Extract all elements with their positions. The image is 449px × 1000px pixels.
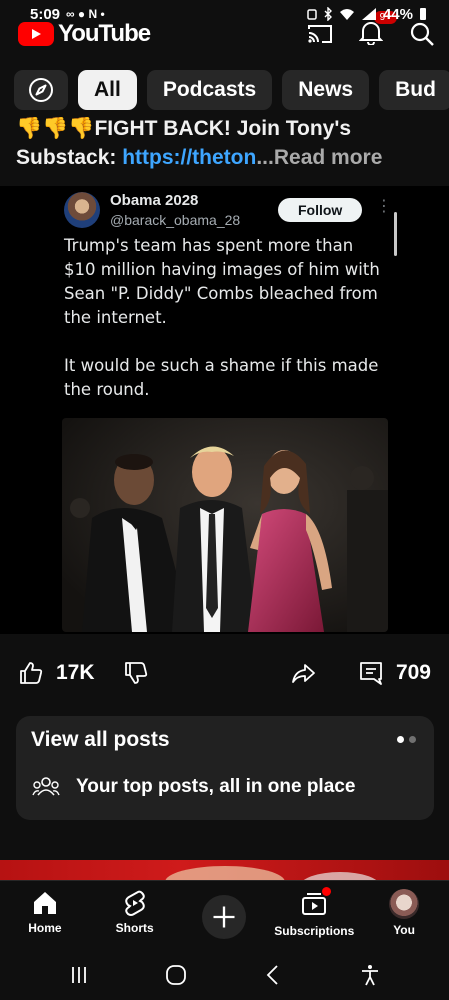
explore-chip[interactable] bbox=[14, 70, 68, 110]
battery-level: 44% bbox=[382, 5, 413, 23]
filter-chips: All Podcasts News Bud bbox=[14, 70, 449, 110]
back-icon[interactable] bbox=[261, 963, 285, 987]
description-line-2: Substack: https://theton...Read more bbox=[16, 143, 441, 172]
new-content-dot bbox=[322, 887, 332, 896]
card-title: View all posts bbox=[31, 728, 170, 751]
wifi-icon bbox=[339, 9, 354, 20]
read-more-link[interactable]: ...Read more bbox=[256, 146, 382, 169]
chip-podcasts[interactable]: Podcasts bbox=[146, 70, 273, 110]
plus-icon bbox=[213, 906, 235, 928]
nav-subscriptions[interactable]: Subscriptions bbox=[274, 887, 355, 938]
chip-business[interactable]: Bud bbox=[379, 70, 449, 110]
bottom-navigation: Home Shorts Subscriptions You bbox=[0, 880, 449, 952]
nav-shorts[interactable]: Shorts bbox=[95, 889, 175, 935]
tweet-follow-button: Follow bbox=[278, 198, 363, 222]
tweet-scroll-indicator bbox=[394, 212, 397, 256]
nav-create[interactable] bbox=[184, 889, 264, 939]
carousel-dots bbox=[397, 736, 416, 743]
post-actions: 17K 709 bbox=[0, 650, 449, 696]
battery-icon bbox=[420, 8, 426, 20]
tweet-handle: @barack_obama_28 bbox=[110, 212, 241, 228]
tweet-photo bbox=[62, 418, 388, 632]
share-button[interactable] bbox=[290, 660, 316, 686]
tweet-display-name: Obama 2028 bbox=[110, 192, 199, 209]
nav-home[interactable]: Home bbox=[5, 889, 85, 935]
like-button[interactable]: 17K bbox=[18, 660, 95, 686]
post-description[interactable]: 👎👎👎FIGHT BACK! Join Tony's Substack: htt… bbox=[16, 114, 441, 172]
comment-count: 709 bbox=[395, 661, 431, 684]
nav-you-label: You bbox=[393, 923, 415, 937]
recent-apps-icon[interactable] bbox=[67, 963, 91, 987]
comments-button[interactable]: 709 bbox=[358, 660, 431, 686]
card-subtitle: Your top posts, all in one place bbox=[76, 776, 356, 797]
compass-icon bbox=[29, 78, 53, 102]
subscriptions-icon-wrap bbox=[300, 887, 332, 920]
accessibility-icon[interactable] bbox=[358, 963, 382, 987]
tweet-text: Trump's team has spent more than $10 mil… bbox=[64, 236, 380, 399]
thumbs-up-icon bbox=[20, 662, 43, 684]
bluetooth-icon bbox=[324, 7, 332, 21]
shorts-icon bbox=[124, 890, 145, 916]
nav-subscriptions-label: Subscriptions bbox=[274, 924, 355, 938]
view-all-posts-card[interactable]: View all posts Your top posts, all in on… bbox=[16, 716, 434, 820]
avatar bbox=[389, 889, 420, 919]
chip-news[interactable]: News bbox=[282, 70, 370, 110]
card-subtitle-row: Your top posts, all in one place bbox=[32, 776, 355, 798]
nav-shorts-label: Shorts bbox=[115, 921, 154, 935]
status-time: 5:09 bbox=[30, 5, 61, 23]
post-image[interactable]: Obama 2028 @barack_obama_28 Follow ⋮ Tru… bbox=[0, 186, 449, 634]
comment-icon bbox=[360, 662, 382, 685]
status-bar: 5:09 ∞ ● N • 44% bbox=[0, 0, 449, 28]
signal-icon bbox=[361, 8, 376, 20]
nav-home-label: Home bbox=[28, 921, 62, 935]
description-prefix: Substack: bbox=[16, 146, 123, 169]
home-nav-icon[interactable] bbox=[164, 963, 188, 987]
substack-link[interactable]: https://theton bbox=[122, 146, 256, 169]
share-arrow-icon bbox=[292, 664, 315, 683]
dislike-button[interactable] bbox=[123, 660, 149, 686]
thumbs-down-icon bbox=[124, 662, 147, 684]
tweet-header: Obama 2028 @barack_obama_28 Follow ⋮ bbox=[64, 190, 392, 228]
system-navigation-bar bbox=[0, 950, 449, 1000]
status-notification-icons: ∞ ● N • bbox=[66, 7, 105, 21]
battery-saver-icon bbox=[307, 9, 317, 20]
home-icon bbox=[33, 892, 56, 914]
like-count: 17K bbox=[56, 661, 95, 684]
tweet-more-icon: ⋮ bbox=[376, 198, 392, 215]
people-icon bbox=[32, 777, 60, 796]
nav-you[interactable]: You bbox=[364, 889, 444, 937]
chip-all[interactable]: All bbox=[78, 70, 137, 110]
tweet-avatar bbox=[64, 192, 100, 228]
create-button[interactable] bbox=[202, 895, 247, 939]
description-line-1: 👎👎👎FIGHT BACK! Join Tony's bbox=[16, 117, 352, 140]
